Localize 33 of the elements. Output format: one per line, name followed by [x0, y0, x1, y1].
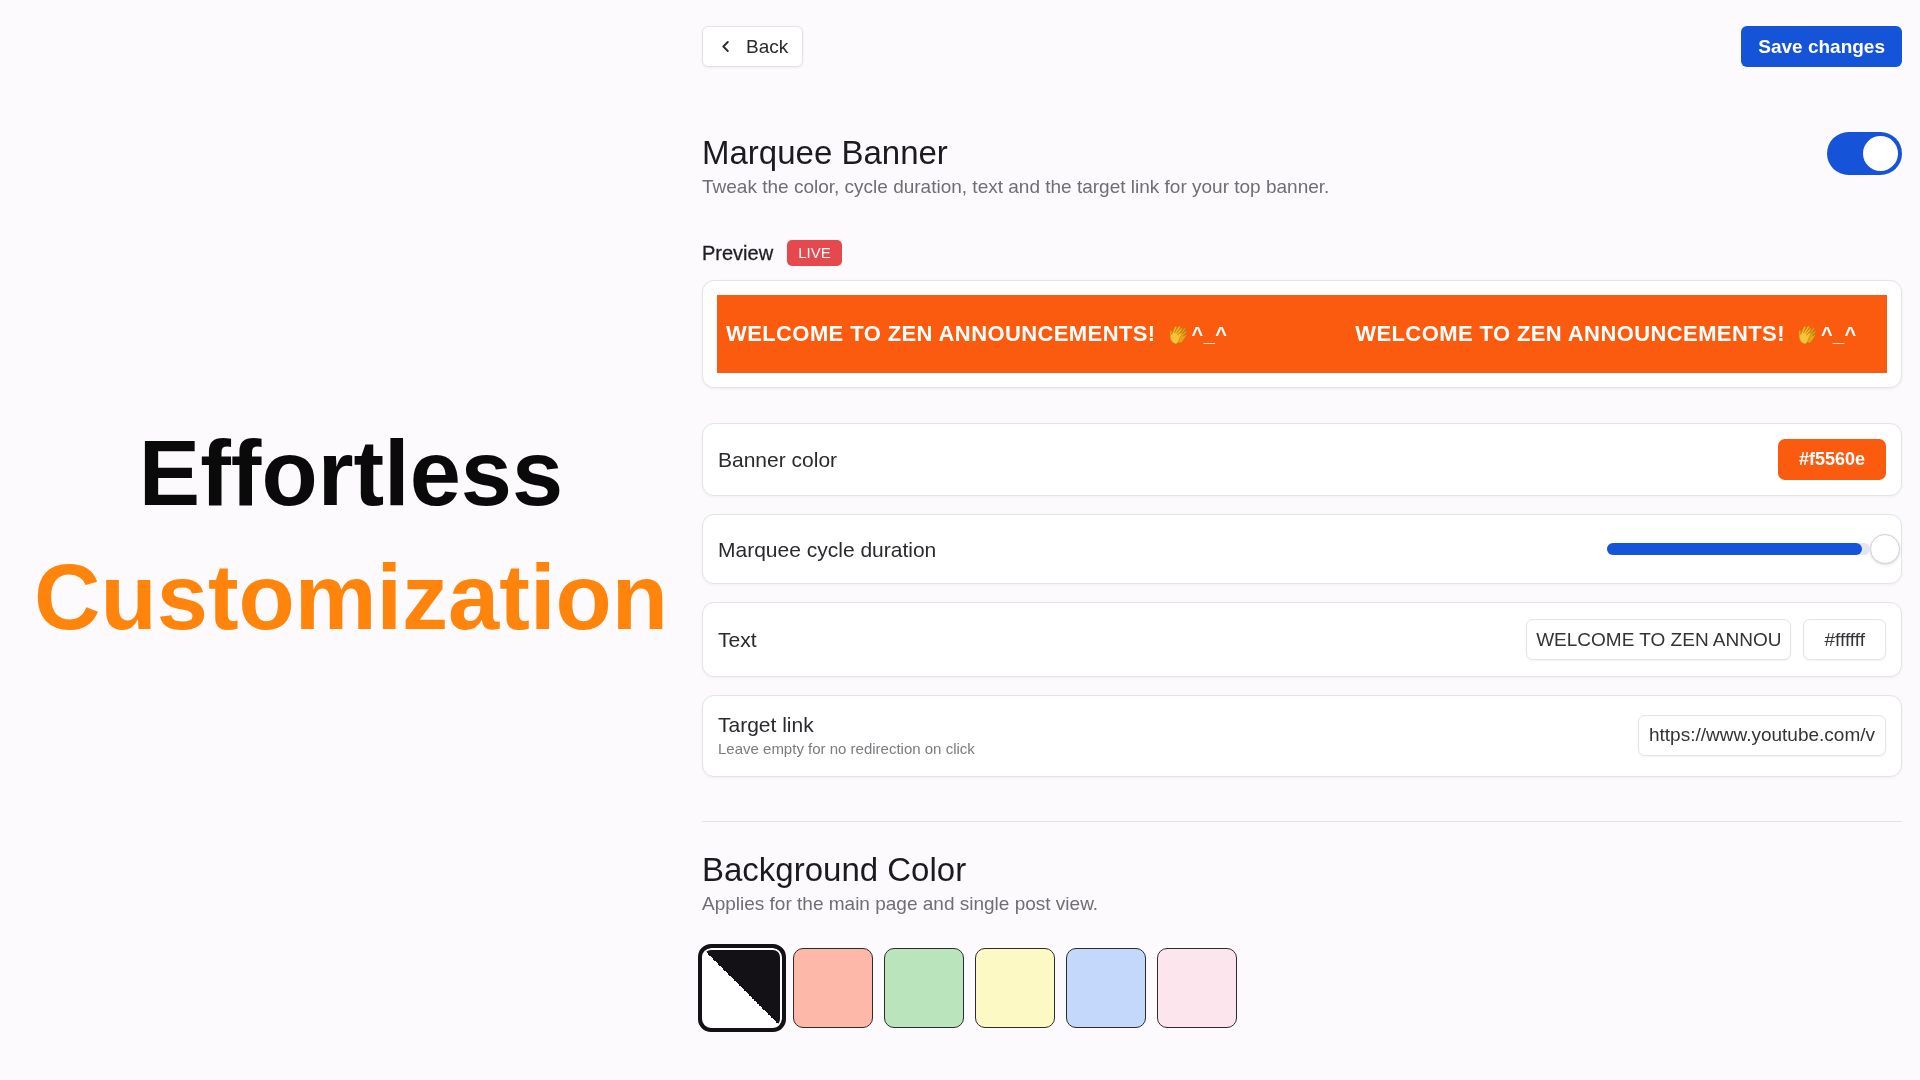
banner-emoticon: ^_^ [1820, 322, 1857, 346]
color-swatch[interactable] [1066, 948, 1146, 1028]
banner-text: WELCOME TO ZEN ANNOUNCEMENTS! [726, 321, 1156, 347]
headline: Customization [34, 545, 668, 650]
color-swatch[interactable] [793, 948, 873, 1028]
banner-text: WELCOME TO ZEN ANNOUNCEMENTS! [1355, 321, 1785, 347]
chevron-left-icon [722, 41, 729, 52]
live-badge: LIVE [787, 240, 842, 266]
clapping-hands-icon [1167, 323, 1190, 345]
setting-label: Marquee cycle duration [718, 536, 937, 562]
link-input[interactable]: https://www.youtube.com/v [1638, 714, 1886, 756]
clapping-hands-icon [1796, 323, 1819, 345]
banner-emoticon: ^_^ [1191, 322, 1228, 346]
color-swatch[interactable] [975, 948, 1055, 1028]
setting-label: Target link [718, 712, 815, 737]
section-description: Tweak the color, cycle duration, text and the target link for your top banner. [702, 175, 1330, 199]
text-color-input[interactable]: #ffffff [1803, 619, 1886, 660]
color-swatch[interactable] [698, 944, 786, 1032]
back-button[interactable]: Back [702, 26, 804, 67]
toggle-switch[interactable] [1827, 132, 1902, 175]
setting-label: Text [718, 627, 757, 652]
field-hint: Leave empty for no redirection on click [718, 740, 975, 758]
preview-label: Preview [702, 241, 774, 265]
slider-thumb[interactable] [1870, 534, 1900, 564]
section-title: Marquee Banner [702, 134, 949, 171]
color-swatch[interactable] [884, 948, 964, 1028]
text-input[interactable]: WELCOME TO ZEN ANNOU [1526, 619, 1792, 660]
setting-label: Banner color [718, 447, 838, 472]
color-swatch[interactable] [1157, 948, 1237, 1028]
section-title: Background Color [702, 851, 967, 888]
save-changes-button[interactable]: Save changes [1741, 26, 1902, 67]
section-description: Applies for the main page and single post view. [702, 892, 1099, 916]
headline: Effortless [138, 421, 564, 526]
